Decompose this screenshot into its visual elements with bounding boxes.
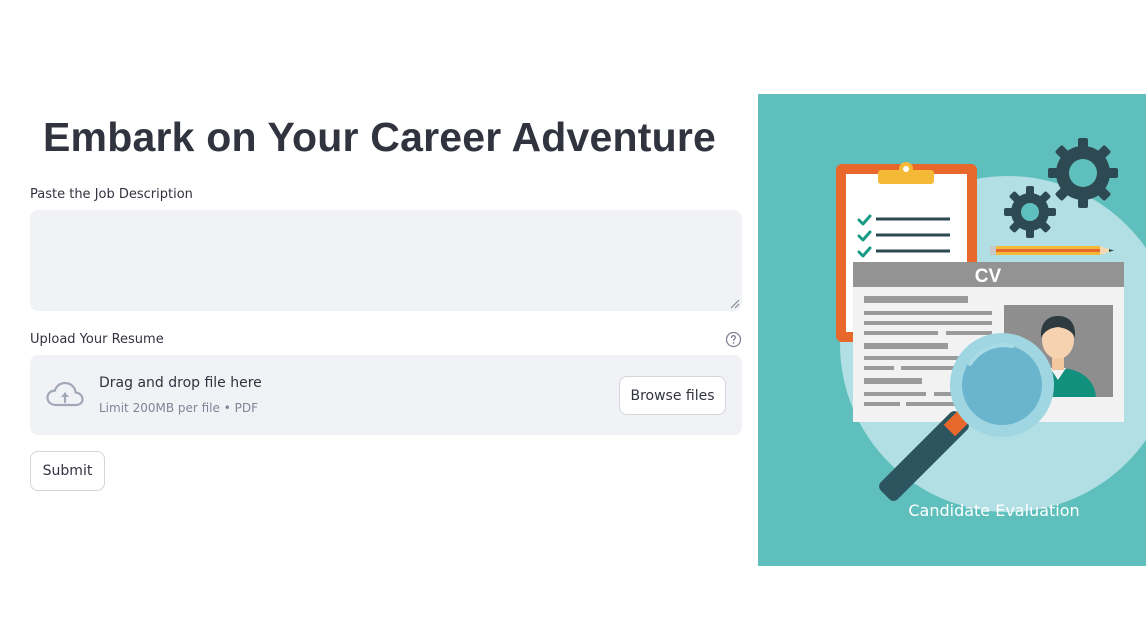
submit-button[interactable]: Submit [30, 451, 105, 491]
dropzone-hint: Limit 200MB per file • PDF [99, 401, 258, 415]
question-circle-icon[interactable] [725, 331, 742, 348]
browse-files-button[interactable]: Browse files [619, 376, 726, 415]
job-description-input[interactable] [30, 210, 742, 311]
resize-handle-icon[interactable] [730, 299, 740, 309]
app-page: Embark on Your Career Adventure Paste th… [0, 0, 1146, 627]
small-gear-icon [1004, 186, 1056, 238]
illustration-caption: Candidate Evaluation [908, 501, 1079, 520]
pencil-icon [990, 246, 1114, 255]
job-description-field[interactable] [30, 210, 742, 311]
dropzone-title: Drag and drop file here [99, 375, 262, 391]
file-dropzone[interactable]: Drag and drop file here Limit 200MB per … [30, 355, 742, 435]
page-title: Embark on Your Career Adventure [43, 114, 717, 160]
candidate-evaluation-illustration: CV Candidate Evaluation [758, 94, 1146, 566]
job-description-label: Paste the Job Description [30, 187, 193, 202]
cv-heading: CV [975, 266, 1002, 287]
cloud-upload-icon [46, 381, 84, 407]
resume-upload-label: Upload Your Resume [30, 332, 164, 347]
large-gear-icon [1048, 138, 1118, 208]
